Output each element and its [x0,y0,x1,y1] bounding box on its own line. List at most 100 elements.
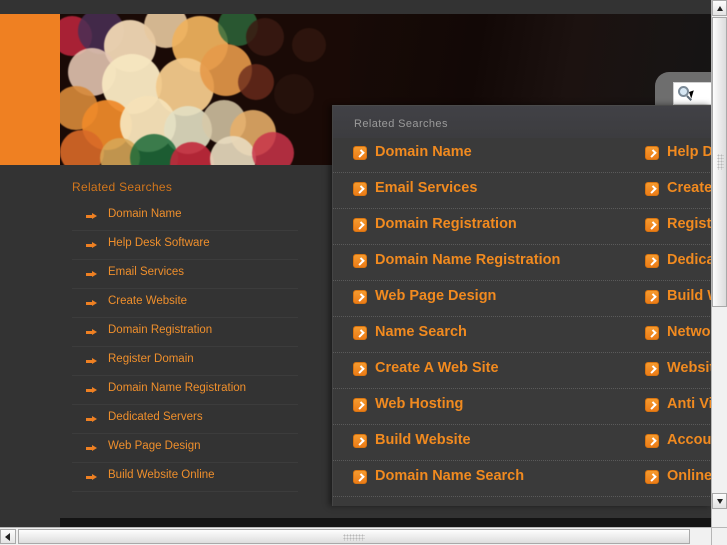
arrow-icon [86,213,97,220]
overlay-link-grid: Domain Name Help Desk Software Email Ser… [333,137,711,497]
sidebar-item-create-website[interactable]: Create Website [72,289,298,318]
vertical-scrollbar[interactable] [711,0,727,527]
sidebar-item-label: Domain Registration [108,324,213,336]
arrow-icon [86,387,97,394]
sidebar-item-domain-name[interactable]: Domain Name [72,202,298,231]
chevron-right-icon [645,218,659,232]
scroll-left-button[interactable] [0,529,16,544]
scrollbar-corner [711,527,727,545]
sidebar-list: Domain Name Help Desk Software Email Ser… [72,202,298,492]
search-input[interactable] [673,82,711,105]
overlay-link-label: Create A Web Site [375,360,499,376]
chevron-right-icon [645,254,659,268]
chevron-right-icon [645,326,659,340]
overlay-link-label: Dedicated Servers [667,252,711,268]
scroll-down-button[interactable] [712,493,727,509]
sidebar-title: Related Searches [72,180,173,194]
overlay-row: Domain Name Search Online Training [333,461,711,497]
web-page: Related Searches Domain Name Help Desk S… [0,0,711,527]
scroll-up-button[interactable] [712,0,727,16]
bokeh-photo [60,14,350,165]
overlay-link-label: Website Hosting [667,360,711,376]
chevron-right-icon [645,362,659,376]
overlay-title: Related Searches [354,118,448,130]
overlay-row: Domain Registration Register Domain [333,209,711,245]
chevron-right-icon [645,146,659,160]
overlay-link-label: Web Page Design [375,288,497,304]
sidebar-item-domain-name-registration[interactable]: Domain Name Registration [72,376,298,405]
chevron-right-icon [353,470,367,484]
chevron-right-icon [353,362,367,376]
sidebar-item-label: Help Desk Software [108,237,210,249]
overlay-row: Web Hosting Anti Virus Software [333,389,711,425]
overlay-link-label: Email Services [375,180,478,196]
overlay-row: Create A Web Site Website Hosting [333,353,711,389]
overlay-link-label: Accounting Software [667,432,711,448]
sidebar-item-label: Domain Name Registration [108,382,247,394]
chevron-right-icon [645,434,659,448]
sidebar-item-label: Create Website [108,295,188,307]
footer-band [60,518,711,527]
vertical-scrollbar-thumb[interactable] [712,17,727,307]
overlay-row: Domain Name Help Desk Software [333,137,711,173]
page-top-strip [0,0,711,14]
related-searches-overlay: Related Searches Domain Name Help Desk S… [332,105,711,506]
overlay-link-label: Build Website [375,432,471,448]
chevron-right-icon [645,290,659,304]
triangle-up-icon [716,6,723,11]
overlay-link-label: Register Domain [667,216,711,232]
chevron-right-icon [353,146,367,160]
chevron-right-icon [645,182,659,196]
sidebar-item-build-website-online[interactable]: Build Website Online [72,463,298,492]
overlay-link-label: Online Training [667,468,711,484]
grip-icon [717,154,724,170]
arrow-icon [86,474,97,481]
overlay-link-label: Domain Registration [375,216,517,232]
banner-orange-block [0,14,60,165]
mouse-cursor-icon [689,90,696,99]
chevron-right-icon [353,398,367,412]
overlay-link-label: Web Hosting [375,396,464,412]
sidebar-item-domain-registration[interactable]: Domain Registration [72,318,298,347]
sidebar-item-label: Email Services [108,266,185,278]
arrow-icon [86,300,97,307]
chevron-right-icon [645,470,659,484]
overlay-link-label: Domain Name Registration [375,252,561,268]
sidebar-item-label: Register Domain [108,353,194,365]
sidebar-item-register-domain[interactable]: Register Domain [72,347,298,376]
chevron-right-icon [353,182,367,196]
sidebar-item-label: Domain Name [108,208,182,220]
arrow-icon [86,416,97,423]
triangle-down-icon [716,499,723,504]
overlay-row: Build Website Accounting Software [333,425,711,461]
sidebar-item-help-desk-software[interactable]: Help Desk Software [72,231,298,260]
overlay-link-label: Create Website [667,180,711,196]
footer-left-gap [0,518,60,527]
chevron-right-icon [353,326,367,340]
overlay-link-label: Anti Virus Software [667,396,711,412]
sidebar-item-label: Dedicated Servers [108,411,203,423]
overlay-row: Email Services Create Website [333,173,711,209]
sidebar-item-dedicated-servers[interactable]: Dedicated Servers [72,405,298,434]
chevron-right-icon [353,254,367,268]
overlay-row: Domain Name Registration Dedicated Serve… [333,245,711,281]
overlay-link-label: Domain Name [375,144,472,160]
chevron-right-icon [645,398,659,412]
arrow-icon [86,242,97,249]
overlay-row: Web Page Design Build Website Online [333,281,711,317]
horizontal-scrollbar[interactable] [0,527,711,545]
overlay-link-label: Build Website Online [667,288,711,304]
grip-icon [343,534,365,541]
arrow-icon [86,358,97,365]
chevron-right-icon [353,290,367,304]
chevron-right-icon [353,218,367,232]
chevron-right-icon [353,434,367,448]
arrow-icon [86,329,97,336]
overlay-link-label: Help Desk Software [667,144,711,160]
sidebar-item-email-services[interactable]: Email Services [72,260,298,289]
sidebar-item-label: Build Website Online [108,469,215,481]
horizontal-scrollbar-thumb[interactable] [18,529,690,544]
overlay-link-label: Network Monitoring [667,324,711,340]
sidebar-item-web-page-design[interactable]: Web Page Design [72,434,298,463]
overlay-row: Name Search Network Monitoring [333,317,711,353]
